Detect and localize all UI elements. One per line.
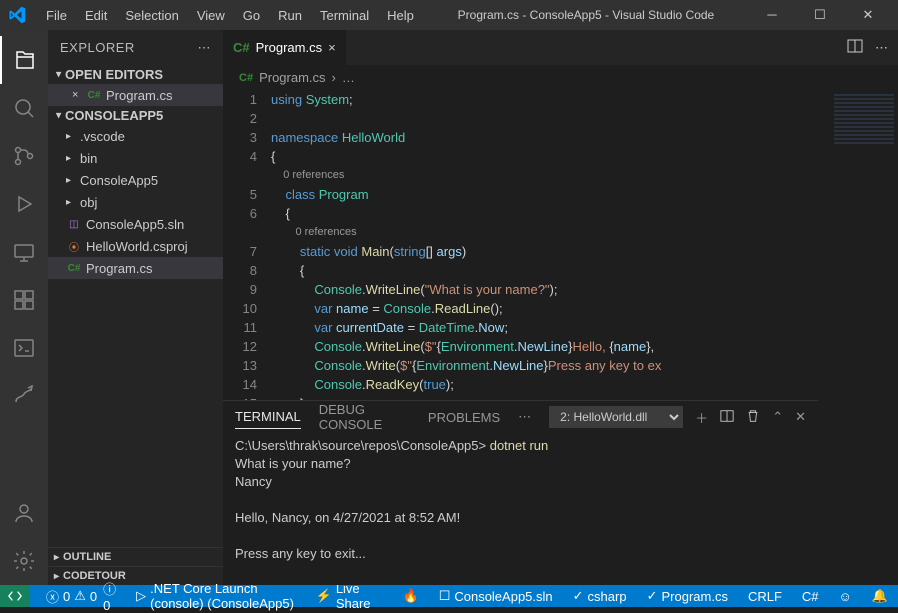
codelens[interactable]: 0 references [271, 223, 818, 242]
terminal-output[interactable]: C:\Users\thrak\source\repos\ConsoleApp5>… [223, 433, 818, 585]
panel-tab-debug-console[interactable]: DEBUG CONSOLE [319, 398, 410, 436]
section-outline[interactable]: ▸OUTLINE [48, 547, 223, 566]
close-button[interactable]: ✕ [846, 3, 890, 27]
code-editor[interactable]: 1234 56 789101112131415 using System; na… [223, 90, 818, 400]
status-solution[interactable]: ☐ ConsoleApp5.sln [435, 588, 557, 604]
extensions-icon[interactable] [0, 276, 48, 324]
kill-terminal-icon[interactable] [746, 409, 760, 426]
menu-go[interactable]: Go [235, 4, 268, 27]
tab-program-cs[interactable]: C# Program.cs × [223, 30, 346, 65]
menu-run[interactable]: Run [270, 4, 310, 27]
route-icon[interactable] [0, 372, 48, 420]
explorer-icon[interactable] [0, 36, 48, 84]
csharp-file-icon: C# [239, 72, 253, 84]
panel-tab-problems[interactable]: PROBLEMS [428, 406, 500, 429]
terminal-selector[interactable]: 2: HelloWorld.dll [549, 406, 683, 428]
tree-item-program-cs[interactable]: C#Program.cs [48, 257, 223, 279]
tree-item-obj[interactable]: ▸obj [48, 191, 223, 213]
editor-area: C# Program.cs × ⋯ C# Program.cs › … 1234… [223, 30, 898, 585]
status-language[interactable]: C# [798, 589, 823, 604]
tree-item-bin[interactable]: ▸bin [48, 147, 223, 169]
remote-indicator[interactable] [0, 585, 30, 607]
tab-label: Program.cs [256, 40, 322, 55]
status-bar: ⓧ0 ⚠0 ⓘ 0 ▷ .NET Core Launch (console) (… [0, 585, 898, 607]
settings-gear-icon[interactable] [0, 537, 48, 585]
status-csharp[interactable]: ✓ csharp [569, 588, 631, 604]
menu-terminal[interactable]: Terminal [312, 4, 377, 27]
status-file[interactable]: ✓ Program.cs [643, 588, 732, 604]
minimize-button[interactable]: ─ [750, 3, 794, 27]
chevron-right-icon: ▸ [66, 131, 78, 142]
tab-close-icon[interactable]: × [328, 40, 336, 55]
tree-item-consoleapp5-sln[interactable]: ◫ConsoleApp5.sln [48, 213, 223, 235]
tree-item-helloworld-csproj[interactable]: ⦿HelloWorld.csproj [48, 235, 223, 257]
csharp-file-icon: C# [233, 40, 250, 55]
panel: TERMINAL DEBUG CONSOLE PROBLEMS ⋯ 2: Hello… [223, 400, 818, 585]
editor-more-icon[interactable]: ⋯ [875, 40, 888, 56]
menu-file[interactable]: File [38, 4, 75, 27]
open-editor-item[interactable]: ×C#Program.cs [48, 84, 223, 106]
console-icon[interactable] [0, 324, 48, 372]
activity-bar [0, 30, 48, 585]
editor-tabs: C# Program.cs × ⋯ [223, 30, 898, 65]
project-file-icon: ⦿ [66, 238, 82, 254]
menu-edit[interactable]: Edit [77, 4, 115, 27]
search-icon[interactable] [0, 84, 48, 132]
menu-help[interactable]: Help [379, 4, 422, 27]
csharp-file-icon: C# [86, 87, 102, 103]
menu-view[interactable]: View [189, 4, 233, 27]
source-control-icon[interactable] [0, 132, 48, 180]
breadcrumb[interactable]: C# Program.cs › … [223, 65, 898, 90]
vscode-logo-icon [8, 6, 26, 24]
explorer-more-icon[interactable]: ⋯ [198, 40, 212, 56]
titlebar: FileEditSelectionViewGoRunTerminalHelp P… [0, 0, 898, 30]
codelens[interactable]: 0 references [271, 166, 818, 185]
csharp-file-icon: C# [66, 260, 82, 276]
tree-item--vscode[interactable]: ▸.vscode [48, 125, 223, 147]
status-feedback-icon[interactable]: ☺ [835, 589, 856, 604]
close-panel-icon[interactable]: ✕ [795, 409, 806, 425]
status-eol[interactable]: CRLF [744, 589, 786, 604]
workspace-section[interactable]: ▸CONSOLEAPP5 [48, 106, 223, 125]
panel-more-icon[interactable]: ⋯ [518, 405, 531, 429]
panel-tab-terminal[interactable]: TERMINAL [235, 405, 301, 429]
new-terminal-icon[interactable]: ＋ [695, 408, 708, 427]
explorer-title: EXPLORER [60, 40, 135, 55]
menubar: FileEditSelectionViewGoRunTerminalHelp [38, 4, 422, 27]
minimap[interactable] [818, 90, 898, 585]
close-icon[interactable]: × [72, 89, 86, 101]
chevron-right-icon: ▸ [66, 153, 78, 164]
window-title: Program.cs - ConsoleApp5 - Visual Studio… [422, 8, 750, 22]
status-bell-icon[interactable]: 🔔 [868, 588, 892, 604]
remote-explorer-icon[interactable] [0, 228, 48, 276]
sidebar: EXPLORER ⋯ ▸OPEN EDITORS ×C#Program.cs ▸… [48, 30, 223, 585]
chevron-right-icon: ▸ [66, 175, 78, 186]
account-icon[interactable] [0, 489, 48, 537]
solution-file-icon: ◫ [66, 216, 82, 232]
split-editor-icon[interactable] [847, 38, 863, 57]
run-debug-icon[interactable] [0, 180, 48, 228]
split-terminal-icon[interactable] [720, 409, 734, 426]
menu-selection[interactable]: Selection [117, 4, 186, 27]
tree-item-consoleapp5[interactable]: ▸ConsoleApp5 [48, 169, 223, 191]
maximize-button[interactable]: ☐ [798, 3, 842, 27]
open-editors-section[interactable]: ▸OPEN EDITORS [48, 65, 223, 84]
maximize-panel-icon[interactable]: ⌃ [772, 409, 783, 425]
status-problems[interactable]: ⓧ0 ⚠0 ⓘ 0 [42, 579, 120, 613]
status-flame[interactable]: 🔥 [399, 588, 423, 604]
chevron-right-icon: ▸ [66, 197, 78, 208]
